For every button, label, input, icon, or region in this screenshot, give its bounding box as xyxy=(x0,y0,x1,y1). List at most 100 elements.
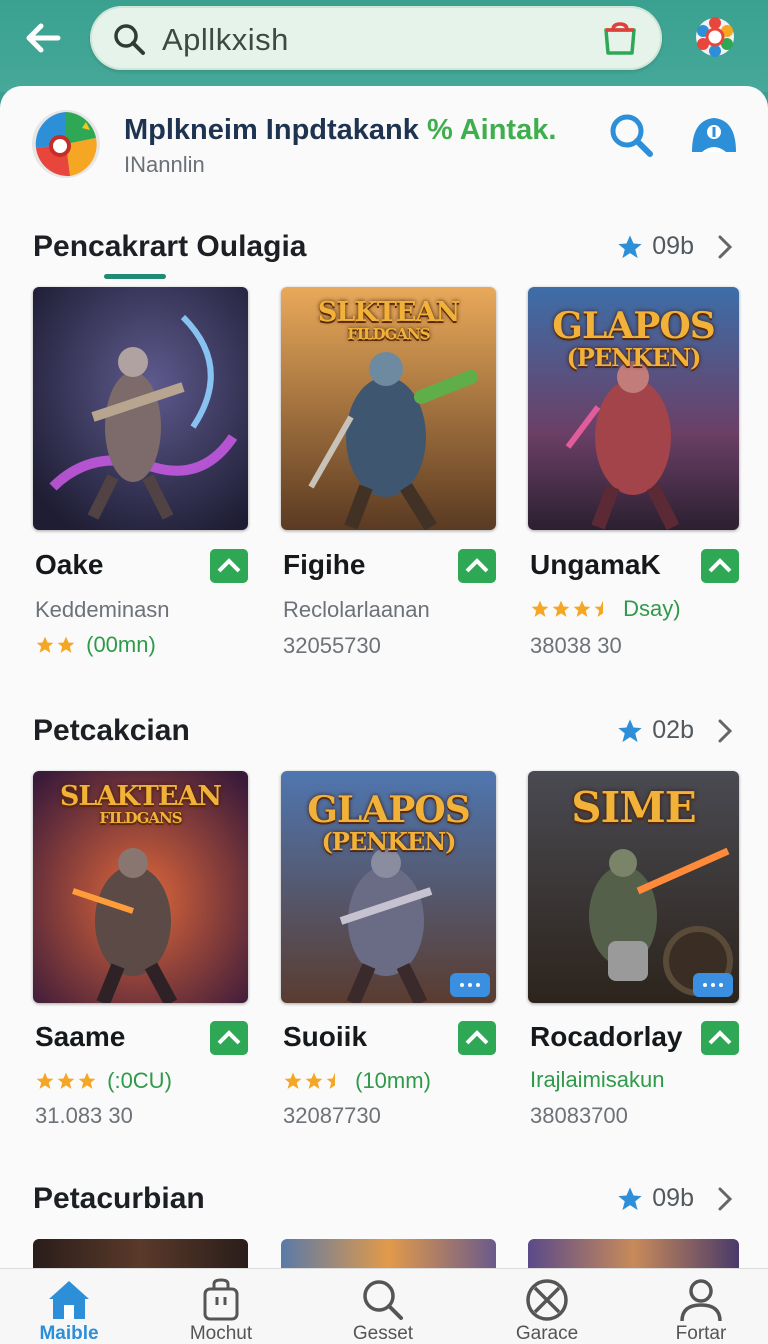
game-art-icon xyxy=(33,287,248,530)
install-badge-icon[interactable] xyxy=(458,1021,496,1055)
app-name: Saame xyxy=(35,1021,126,1052)
shopping-bag-icon[interactable] xyxy=(602,22,638,56)
game-art-title: GLAPOS xyxy=(307,789,470,831)
more-options-button[interactable] xyxy=(450,973,490,997)
section-title: Pencakrart Oulagia xyxy=(33,230,307,263)
app-rating: (00mn) xyxy=(35,631,156,658)
section-count: 02b xyxy=(652,716,694,744)
app-thumbnail[interactable]: SIME xyxy=(528,771,739,1003)
app-rating: (10mm) xyxy=(283,1067,431,1094)
app-tile[interactable]: GLAPOS (PENKEN) Suoiik (10mm) 32087730 xyxy=(281,771,496,1151)
rating-text: (10mm) xyxy=(355,1068,431,1094)
app-name: Figihe xyxy=(283,549,366,580)
rating-stars xyxy=(530,599,613,619)
game-art-title: SIME xyxy=(571,783,696,832)
app-thumbnail[interactable] xyxy=(528,1239,739,1269)
app-tile[interactable]: SLAKTEAN FILDGANS Saame (:0CU) 31.083 30 xyxy=(33,771,248,1151)
install-badge-icon[interactable] xyxy=(458,549,496,583)
more-options-button[interactable] xyxy=(693,973,733,997)
star-icon xyxy=(618,718,642,742)
section-more-link[interactable]: 09b xyxy=(616,1184,736,1213)
app-tile[interactable]: Oake Keddeminasn (00mn) xyxy=(33,287,248,667)
game-art-subtitle: FILDGANS xyxy=(99,809,182,827)
content-card: Mplkneim Inpdtakank % Aintak. INannlin P… xyxy=(0,86,768,1344)
app-logo-icon[interactable] xyxy=(30,108,102,180)
bag-icon xyxy=(203,1278,239,1321)
nav-item-search[interactable]: Gesset xyxy=(328,1277,438,1344)
app-subtitle: INannlin xyxy=(124,152,205,177)
game-art-subtitle: FILDGANS xyxy=(347,325,430,343)
chevron-right-icon xyxy=(718,719,733,742)
game-art-subtitle: (PENKEN) xyxy=(321,827,456,856)
app-downloads: 32087730 xyxy=(283,1103,381,1128)
app-rating: (:0CU) xyxy=(35,1067,172,1094)
nav-label: Mochut xyxy=(189,1323,253,1344)
star-icon xyxy=(618,1186,642,1210)
rating-text: Dsay) xyxy=(623,596,681,622)
section-1: Pencakrart Oulagia 09b Oake Keddeminasn … xyxy=(0,230,768,660)
install-badge-icon[interactable] xyxy=(701,549,739,583)
app-header: Mplkneim Inpdtakank % Aintak. INannlin xyxy=(0,86,768,196)
rating-text: (:0CU) xyxy=(107,1068,172,1094)
section-title: Petacurbian xyxy=(33,1182,205,1215)
game-art-subtitle: (PENKEN) xyxy=(566,343,701,372)
nav-label: Garace xyxy=(515,1323,579,1344)
app-downloads: 31.083 30 xyxy=(35,1103,133,1128)
search-icon[interactable] xyxy=(608,112,654,158)
app-thumbnail[interactable]: SLAKTEAN FILDGANS xyxy=(33,771,248,1003)
blocked-icon xyxy=(526,1279,568,1321)
chevron-right-icon xyxy=(718,235,733,258)
app-thumbnail[interactable] xyxy=(33,1239,248,1269)
section-underline xyxy=(104,274,166,279)
app-developer: Reclolarlaanan xyxy=(283,597,430,622)
search-field[interactable]: Apllkxish xyxy=(90,6,662,70)
app-thumbnail[interactable] xyxy=(281,1239,496,1269)
home-icon xyxy=(49,1281,89,1319)
app-name: Rocadorlay xyxy=(530,1021,683,1052)
app-developer: Keddeminasn xyxy=(35,597,170,622)
game-art-title: SLAKTEAN xyxy=(59,781,222,812)
app-downloads: 32055730 xyxy=(283,633,381,658)
bottom-navigation: Maible Mochut Gesset Garace Fortar xyxy=(0,1268,768,1344)
star-icon xyxy=(618,234,642,258)
install-badge-icon[interactable] xyxy=(701,1021,739,1055)
install-badge-icon[interactable] xyxy=(210,1021,248,1055)
app-thumbnail[interactable] xyxy=(33,287,248,530)
app-tile[interactable]: SIME Rocadorlay Irajlaimisakun 38083700 xyxy=(528,771,739,1151)
app-tile[interactable]: GLAPOS (PENKEN) UngamaK Dsay) 38038 30 xyxy=(528,287,739,667)
app-rating: Dsay) xyxy=(530,595,681,622)
app-developer: Irajlaimisakun xyxy=(530,1067,665,1092)
install-badge-icon[interactable] xyxy=(210,549,248,583)
app-downloads: 38038 30 xyxy=(530,633,622,658)
section-2: Petcakcian 02b SLAKTEAN FILDGANS Saame (… xyxy=(0,714,768,1154)
nav-label: Fortar xyxy=(675,1323,727,1344)
person-icon xyxy=(680,1279,722,1322)
search-icon xyxy=(114,24,145,55)
app-thumbnail[interactable]: GLAPOS (PENKEN) xyxy=(528,287,739,530)
nav-label: Maible xyxy=(39,1323,99,1344)
app-thumbnail[interactable]: SLKTEAN FILDGANS xyxy=(281,287,496,530)
settings-icon[interactable] xyxy=(692,14,738,60)
nav-item-games[interactable]: Garace xyxy=(492,1277,602,1344)
game-art-title: GLAPOS xyxy=(552,305,715,347)
search-icon xyxy=(363,1280,403,1320)
app-downloads: 38083700 xyxy=(530,1103,628,1128)
app-title-accent: % Aintak. xyxy=(426,114,557,146)
nav-item-home[interactable]: Maible xyxy=(14,1277,124,1344)
search-input[interactable]: Apllkxish xyxy=(162,22,289,58)
app-title: Mplkneim Inpdtakank % Aintak. xyxy=(124,114,556,147)
nav-label: Gesset xyxy=(352,1323,414,1344)
chevron-right-icon xyxy=(718,1187,733,1210)
app-thumbnail[interactable]: GLAPOS (PENKEN) xyxy=(281,771,496,1003)
nav-item-profile[interactable]: Fortar xyxy=(646,1277,756,1344)
back-button[interactable] xyxy=(20,18,66,58)
app-title-main: Mplkneim Inpdtakank xyxy=(124,114,419,146)
section-more-link[interactable]: 02b xyxy=(616,716,736,745)
app-tile[interactable]: SLKTEAN FILDGANS Figihe Reclolarlaanan 3… xyxy=(281,287,496,667)
user-account-icon[interactable] xyxy=(688,112,740,158)
nav-item-store[interactable]: Mochut xyxy=(166,1277,276,1344)
section-more-link[interactable]: 09b xyxy=(616,232,736,261)
app-name: Oake xyxy=(35,549,104,580)
top-bar: Apllkxish xyxy=(0,0,768,92)
back-arrow-icon xyxy=(26,23,61,53)
